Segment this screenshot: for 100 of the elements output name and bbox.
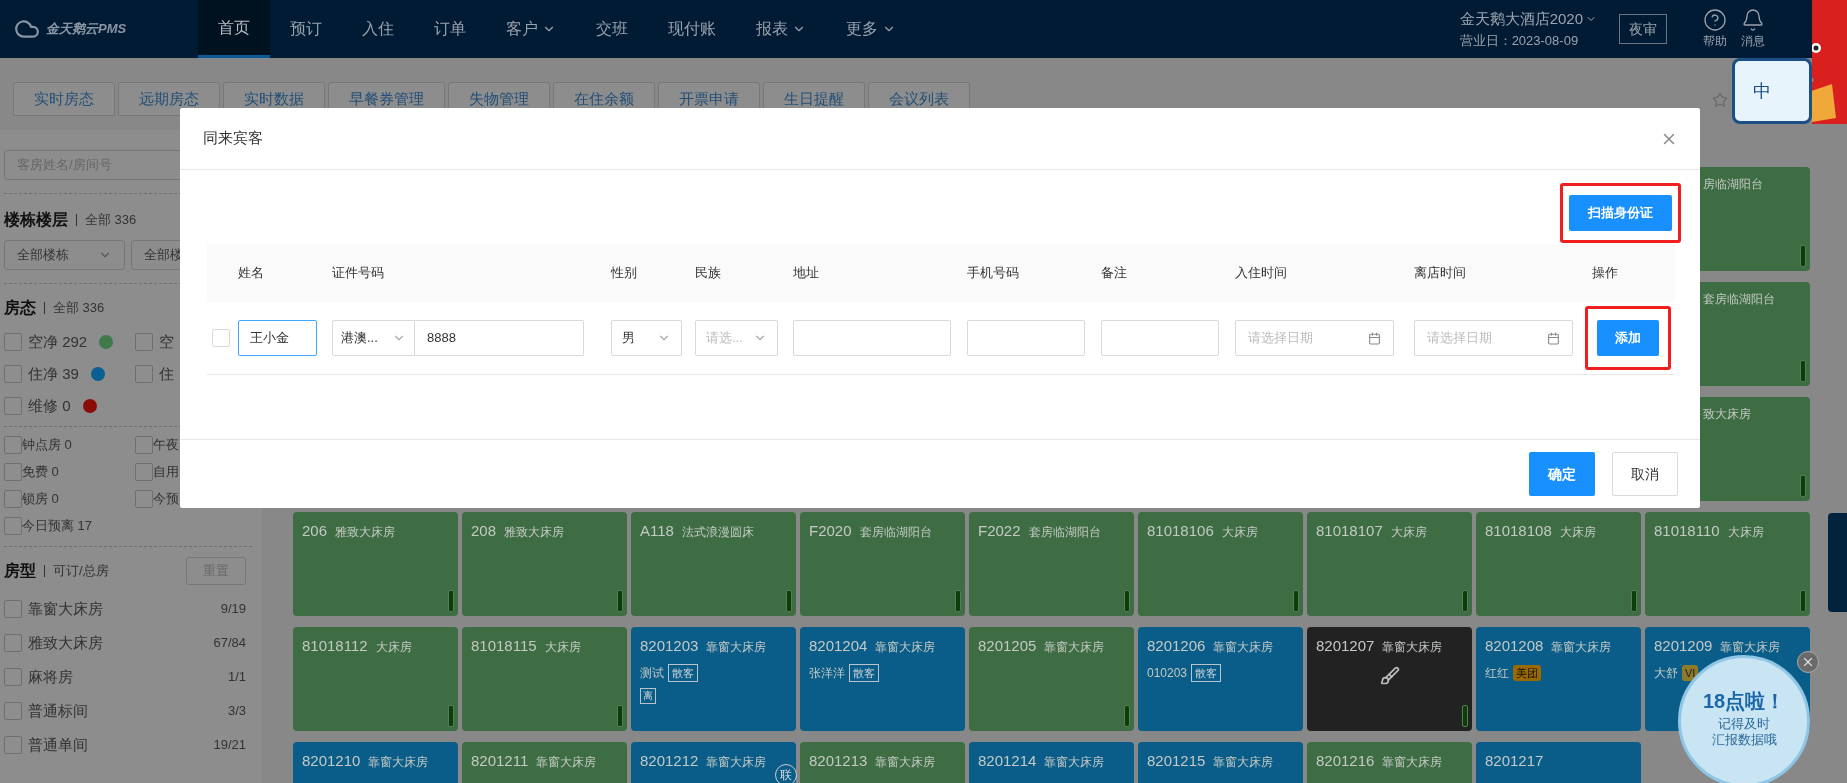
nav-item[interactable]: 订单 bbox=[414, 0, 486, 58]
side-panel-tab[interactable] bbox=[1828, 513, 1847, 612]
checkbox[interactable] bbox=[4, 702, 22, 720]
tab[interactable]: 实时房态 bbox=[13, 82, 115, 116]
nav-item[interactable]: 现付账 bbox=[648, 0, 736, 58]
checkbox[interactable] bbox=[135, 365, 153, 383]
id-number-input[interactable]: 8888 bbox=[415, 320, 584, 356]
nav-item[interactable]: 首页 bbox=[198, 0, 270, 58]
checkbox[interactable] bbox=[4, 436, 22, 454]
calendar-icon bbox=[1368, 331, 1381, 345]
night-audit-button[interactable]: 夜审 bbox=[1619, 14, 1667, 44]
room-card[interactable]: 8201205 靠窗大床房 bbox=[969, 627, 1134, 731]
room-number: F2020 bbox=[809, 521, 852, 541]
ethnicity-select[interactable]: 请选... bbox=[695, 320, 778, 356]
checkbox[interactable] bbox=[4, 517, 22, 535]
nav-item[interactable]: 交班 bbox=[576, 0, 648, 58]
room-number: 208 bbox=[471, 521, 497, 541]
room-type-label: 麻将房 bbox=[28, 666, 73, 687]
confirm-button[interactable]: 确定 bbox=[1529, 452, 1595, 496]
nav-item[interactable]: 更多 bbox=[826, 0, 916, 58]
logo-text: 金天鹅云PMS bbox=[46, 20, 127, 39]
room-number: 8201203 bbox=[640, 636, 699, 656]
scan-id-button[interactable]: 扫描身份证 bbox=[1569, 195, 1672, 231]
checkbox[interactable] bbox=[4, 365, 22, 383]
checkbox[interactable] bbox=[4, 634, 22, 652]
date-picker[interactable]: 请选择日期 bbox=[1235, 320, 1394, 356]
guest-name: 大舒 bbox=[1654, 664, 1678, 682]
cancel-button[interactable]: 取消 bbox=[1612, 452, 1678, 496]
checkbox[interactable] bbox=[4, 600, 22, 618]
room-card[interactable]: 8201215 靠窗大床房 bbox=[1138, 742, 1303, 783]
room-card[interactable]: F2020 套房临湖阳台 bbox=[800, 512, 965, 616]
tab[interactable]: 远期房态 bbox=[118, 82, 220, 116]
room-card[interactable]: 8201210 靠窗大床房 bbox=[293, 742, 458, 783]
tag: 散客 bbox=[849, 663, 879, 682]
name-input[interactable]: 王小金 bbox=[238, 320, 317, 356]
room-type-count: 19/21 bbox=[213, 736, 246, 755]
room-card[interactable]: 81018106 大床房 bbox=[1138, 512, 1303, 616]
section-count: 全部 336 bbox=[85, 211, 137, 230]
room-type-label: 雅致大床房 bbox=[28, 632, 103, 653]
guest-name: 测试 bbox=[640, 664, 664, 682]
checkbox[interactable] bbox=[135, 490, 153, 508]
room-card[interactable]: 8201206 靠窗大床房 010203 散客 bbox=[1138, 627, 1303, 731]
room-card[interactable]: 206 雅致大床房 bbox=[293, 512, 458, 616]
filter-label: 钟点房 0 bbox=[22, 436, 72, 455]
checkbox[interactable] bbox=[135, 333, 153, 351]
room-card[interactable]: 208 雅致大床房 bbox=[462, 512, 627, 616]
checkbox[interactable] bbox=[4, 397, 22, 415]
remark-input[interactable] bbox=[1101, 320, 1219, 356]
toolbar-button[interactable]: 帮助 bbox=[1703, 0, 1727, 58]
room-card[interactable]: 81018107 大床房 bbox=[1307, 512, 1472, 616]
room-type: 靠窗大床房 bbox=[1213, 639, 1274, 656]
room-type-count: 1/1 bbox=[227, 668, 246, 687]
nav-item[interactable]: 预订 bbox=[270, 0, 342, 58]
phone-input[interactable] bbox=[967, 320, 1085, 356]
column-header: 离店时间 bbox=[1414, 264, 1467, 283]
room-card[interactable]: A118 法式浪漫圆床 bbox=[631, 512, 796, 616]
checkbox[interactable] bbox=[4, 333, 22, 351]
room-card[interactable]: 8201214 靠窗大床房 bbox=[969, 742, 1134, 783]
close-button[interactable] bbox=[1797, 651, 1819, 673]
room-card[interactable]: 8201211 靠窗大床房 bbox=[462, 742, 627, 783]
date-picker[interactable]: 请选择日期 bbox=[1414, 320, 1573, 356]
room-card[interactable]: 81018112 大床房 bbox=[293, 627, 458, 731]
room-type: 靠窗大床房 bbox=[1382, 754, 1443, 771]
address-input[interactable] bbox=[793, 320, 951, 356]
status-bar bbox=[448, 590, 454, 612]
room-type: 大床房 bbox=[1221, 524, 1258, 541]
room-card[interactable]: 8201213 靠窗大床房 bbox=[800, 742, 965, 783]
room-card[interactable]: 8201204 靠窗大床房 张洋洋 散客 bbox=[800, 627, 965, 731]
room-card[interactable]: 8201208 靠窗大床房 红红 美团 bbox=[1476, 627, 1641, 731]
select-field[interactable]: 全部楼栋 bbox=[4, 240, 125, 270]
hotel-name[interactable]: 金天鹅大酒店2020 bbox=[1459, 8, 1583, 31]
add-button[interactable]: 添加 bbox=[1597, 320, 1659, 356]
nav-item[interactable]: 报表 bbox=[736, 0, 826, 58]
nav-item[interactable]: 入住 bbox=[342, 0, 414, 58]
checkbox[interactable] bbox=[4, 463, 22, 481]
gender-select[interactable]: 男 bbox=[611, 320, 682, 356]
room-card[interactable]: 8201203 靠窗大床房 测试 散客 离 bbox=[631, 627, 796, 731]
room-type-count: 3/3 bbox=[227, 702, 246, 721]
checkbox[interactable] bbox=[4, 736, 22, 754]
column-header: 地址 bbox=[793, 264, 820, 283]
room-card[interactable]: 81018108 大床房 bbox=[1476, 512, 1641, 616]
ime-widget[interactable]: 中 bbox=[1732, 58, 1812, 124]
guest-name: 红红 bbox=[1485, 664, 1509, 682]
room-card[interactable]: 81018110 大床房 bbox=[1645, 512, 1810, 616]
checkbox[interactable] bbox=[135, 436, 153, 454]
room-card[interactable]: 8201216 靠窗大床房 bbox=[1307, 742, 1472, 783]
filter-label: 午夜 bbox=[153, 436, 179, 455]
room-card[interactable]: 8201217 bbox=[1476, 742, 1641, 783]
nav-item[interactable]: 客户 bbox=[486, 0, 576, 58]
id-type-select[interactable]: 港澳... bbox=[332, 320, 415, 356]
room-number: 81018107 bbox=[1316, 521, 1383, 541]
tag: 散客 bbox=[1191, 663, 1222, 682]
room-card[interactable]: 81018115 大床房 bbox=[462, 627, 627, 731]
checkbox[interactable] bbox=[4, 490, 22, 508]
room-type-label: 普通标间 bbox=[28, 700, 88, 721]
toolbar-button[interactable]: 消息 bbox=[1741, 0, 1765, 58]
room-card[interactable]: F2022 套房临湖阳台 bbox=[969, 512, 1134, 616]
room-card[interactable]: 8201207 靠窗大床房 bbox=[1307, 627, 1472, 731]
checkbox[interactable] bbox=[135, 463, 153, 481]
checkbox[interactable] bbox=[4, 668, 22, 686]
